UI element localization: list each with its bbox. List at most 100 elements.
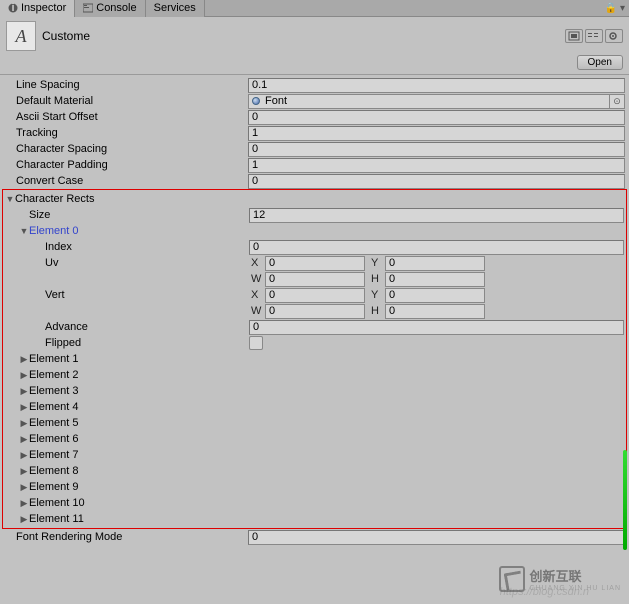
chevron-right-icon [19,386,29,397]
chevron-right-icon [19,498,29,509]
index-input[interactable] [249,240,624,255]
ascii-offset-input[interactable] [248,110,625,125]
prop-label: Convert Case [4,175,248,187]
font-rendering-label: Font Rendering Mode [4,531,248,543]
chevron-right-icon [19,514,29,525]
index-label: Index [5,241,249,253]
font-rendering-input[interactable] [248,530,625,545]
line-spacing-input[interactable] [248,78,625,93]
asset-name: Custome [42,29,559,43]
element-foldout[interactable]: Element 6 [5,431,624,447]
gear-icon[interactable] [605,29,623,43]
uv-x-input[interactable] [265,256,365,271]
size-label: Size [5,209,249,221]
font-asset-icon: A [6,21,36,51]
x-letter: X [249,257,265,269]
advance-input[interactable] [249,320,624,335]
foldout-label: Element 6 [29,433,79,445]
y-letter: Y [369,257,385,269]
chevron-right-icon [19,482,29,493]
element-foldout[interactable]: Element 11 [5,511,624,527]
lock-icon[interactable]: 🔒 ▾ [601,3,629,14]
tab-label: Console [96,2,136,14]
material-value: Font [262,94,609,109]
vert-label: Vert [5,289,249,301]
asset-header: A Custome [0,17,629,55]
character-rects-foldout[interactable]: Character Rects [5,191,624,207]
uv-h-input[interactable] [385,272,485,287]
size-input[interactable] [249,208,624,223]
element-foldout[interactable]: Element 10 [5,495,624,511]
uv-w-input[interactable] [265,272,365,287]
uv-y-input[interactable] [385,256,485,271]
chevron-right-icon [19,434,29,445]
watermark-logo-icon [499,566,525,592]
foldout-label: Element 7 [29,449,79,461]
prop-label: Default Material [4,95,248,107]
advance-label: Advance [5,321,249,333]
chevron-right-icon [19,402,29,413]
foldout-label: Element 9 [29,481,79,493]
scrollbar[interactable] [623,450,627,550]
object-picker-icon[interactable]: ⊙ [609,94,625,109]
element-foldout[interactable]: Element 3 [5,383,624,399]
chevron-right-icon [19,418,29,429]
element-foldout[interactable]: Element 8 [5,463,624,479]
element0-foldout[interactable]: Element 0 [5,223,624,239]
material-icon [248,94,262,109]
foldout-label: Element 3 [29,385,79,397]
h-letter: H [369,273,385,285]
console-icon [83,3,93,13]
foldout-label: Element 4 [29,401,79,413]
watermark-brand: 创新互联 CHUANG XIN HU LIAN [499,566,621,592]
element-foldout[interactable]: Element 7 [5,447,624,463]
vert-w-input[interactable] [265,304,365,319]
header-btn-1[interactable] [565,29,583,43]
info-icon: i [8,3,18,13]
watermark-url: https://blog.csdn.n [500,586,589,598]
char-spacing-input[interactable] [248,142,625,157]
convert-case-input[interactable] [248,174,625,189]
flipped-checkbox[interactable] [249,336,263,350]
tab-console[interactable]: Console [75,0,145,17]
element-foldout[interactable]: Element 1 [5,351,624,367]
w-letter: W [249,273,265,285]
foldout-label: Element 10 [29,497,85,509]
tab-label: Services [154,2,196,14]
foldout-label: Character Rects [15,193,94,205]
element-foldout[interactable]: Element 2 [5,367,624,383]
prop-label: Tracking [4,127,248,139]
flipped-label: Flipped [5,337,249,349]
prop-label: Line Spacing [4,79,248,91]
char-padding-input[interactable] [248,158,625,173]
header-btn-2[interactable] [585,29,603,43]
vert-y-input[interactable] [385,288,485,303]
foldout-label: Element 11 [29,513,84,525]
element-foldout[interactable]: Element 4 [5,399,624,415]
tab-services[interactable]: Services [146,0,205,17]
prop-label: Character Padding [4,159,248,171]
chevron-down-icon [5,194,15,204]
vert-h-input[interactable] [385,304,485,319]
chevron-right-icon [19,354,29,365]
prop-label: Ascii Start Offset [4,111,248,123]
chevron-right-icon [19,370,29,381]
properties-panel: Line Spacing Default Material Font ⊙ Asc… [0,77,629,189]
open-button[interactable]: Open [577,55,623,70]
element-foldout[interactable]: Element 5 [5,415,624,431]
vert-x-input[interactable] [265,288,365,303]
tab-inspector[interactable]: i Inspector [0,0,75,17]
y-letter: Y [369,289,385,301]
svg-text:i: i [11,3,14,13]
foldout-label: Element 8 [29,465,79,477]
material-field[interactable]: Font ⊙ [248,94,625,109]
foldout-label: Element 2 [29,369,79,381]
chevron-right-icon [19,450,29,461]
foldout-label: Element 1 [29,353,79,365]
chevron-right-icon [19,466,29,477]
chevron-down-icon [19,226,29,236]
tracking-input[interactable] [248,126,625,141]
x-letter: X [249,289,265,301]
element-foldout[interactable]: Element 9 [5,479,624,495]
tab-bar: i Inspector Console Services 🔒 ▾ [0,0,629,17]
